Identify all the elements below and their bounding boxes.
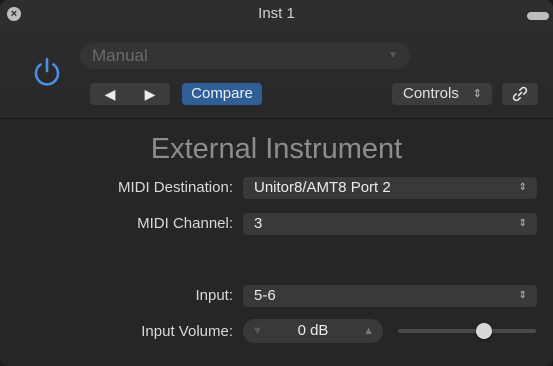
plugin-header: × Inst 1 Manual ▼ ◀ ▶ Compare Controls ⇕ (0, 0, 553, 118)
compare-button[interactable]: Compare (182, 83, 262, 105)
triangle-left-icon: ◀ (104, 86, 116, 102)
input-volume-value: 0 dB (297, 322, 329, 339)
triangle-right-icon: ▶ (144, 86, 156, 102)
input-label: Input: (195, 287, 233, 304)
stepper-arrows-icon: ⇕ (518, 290, 527, 301)
preset-nav: ◀ ▶ (90, 83, 170, 105)
input-volume-label: Input Volume: (141, 323, 233, 340)
window-resize-button[interactable] (527, 12, 549, 20)
controls-view-select[interactable]: Controls ⇕ (392, 83, 492, 105)
preset-select[interactable]: Manual ▼ (80, 43, 410, 69)
input-volume-slider[interactable] (398, 323, 536, 339)
input-value: 5-6 (254, 287, 276, 304)
midi-channel-label: MIDI Channel: (137, 215, 233, 232)
controls-label: Controls (403, 85, 459, 102)
input-volume-slider-thumb[interactable] (476, 323, 493, 339)
midi-destination-value: Unitor8/AMT8 Port 2 (254, 179, 391, 196)
midi-channel-select[interactable]: 3 ⇕ (243, 213, 537, 235)
preset-label: Manual (92, 46, 148, 65)
window-title: Inst 1 (258, 5, 295, 22)
previous-preset-button[interactable]: ◀ (90, 83, 130, 105)
header-divider (0, 118, 553, 119)
midi-channel-value: 3 (254, 215, 263, 232)
input-select[interactable]: 5-6 ⇕ (243, 285, 537, 307)
stepper-arrows-icon: ⇕ (518, 218, 527, 229)
link-icon (512, 86, 528, 102)
midi-destination-label: MIDI Destination: (117, 179, 233, 196)
input-volume-field[interactable]: ▼ 0 dB ▲ (243, 319, 383, 343)
plugin-window: × Inst 1 Manual ▼ ◀ ▶ Compare Controls ⇕ (0, 0, 553, 366)
plugin-title: External Instrument (150, 133, 403, 165)
chevron-down-icon: ▼ (388, 50, 398, 61)
stepper-arrows-icon: ⇕ (472, 88, 482, 100)
link-button[interactable] (502, 83, 538, 105)
stepper-arrows-icon: ⇕ (518, 182, 527, 193)
midi-destination-select[interactable]: Unitor8/AMT8 Port 2 ⇕ (243, 177, 537, 199)
increment-icon[interactable]: ▲ (363, 325, 374, 337)
power-icon[interactable] (30, 55, 64, 89)
next-preset-button[interactable]: ▶ (130, 83, 170, 105)
